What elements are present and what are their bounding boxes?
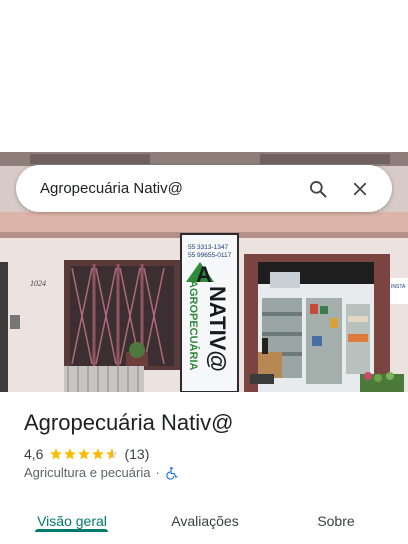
sign-vertical-text: AGROPECUÁRIA: [187, 280, 200, 371]
tab-overview[interactable]: Visão geral: [22, 498, 122, 544]
rating-value: 4,6: [24, 446, 44, 462]
tab-reviews[interactable]: Avaliações: [155, 498, 255, 544]
side-sign-text: INSTA: [391, 284, 406, 290]
wheelchair-icon[interactable]: [165, 466, 179, 480]
tab-about[interactable]: Sobre: [286, 498, 386, 544]
rating-row[interactable]: 4,6 (13): [24, 446, 149, 462]
star-half-icon: [106, 448, 119, 460]
search-icon[interactable]: [300, 171, 336, 207]
star-icon: [50, 448, 63, 460]
house-number: 1024: [30, 279, 46, 288]
rating-stars: [49, 447, 119, 461]
star-icon: [92, 448, 105, 460]
close-icon[interactable]: [342, 171, 378, 207]
place-category: Agricultura e pecuária: [24, 465, 151, 480]
place-info-panel: Agropecuária Nativ@ 4,6 (13) Agricultura…: [0, 392, 408, 544]
search-bar[interactable]: Agropecuária Nativ@: [16, 165, 392, 212]
review-count[interactable]: (13): [124, 446, 149, 462]
place-title: Agropecuária Nativ@: [24, 410, 234, 435]
active-tab-indicator: [35, 529, 108, 532]
tab-bar: Visão geral Avaliações Sobre: [0, 498, 408, 544]
sign-phone-2: 55 99655-0117: [188, 252, 232, 259]
search-input[interactable]: Agropecuária Nativ@: [40, 180, 294, 197]
map-blank-area: [0, 0, 408, 152]
sign-name: NATIV@: [205, 286, 230, 372]
category-row: Agricultura e pecuária ·: [24, 465, 179, 480]
star-icon: [78, 448, 91, 460]
star-icon: [64, 448, 77, 460]
sign-phone-1: 55 3313-1347: [188, 244, 229, 251]
separator-dot: ·: [155, 465, 160, 480]
